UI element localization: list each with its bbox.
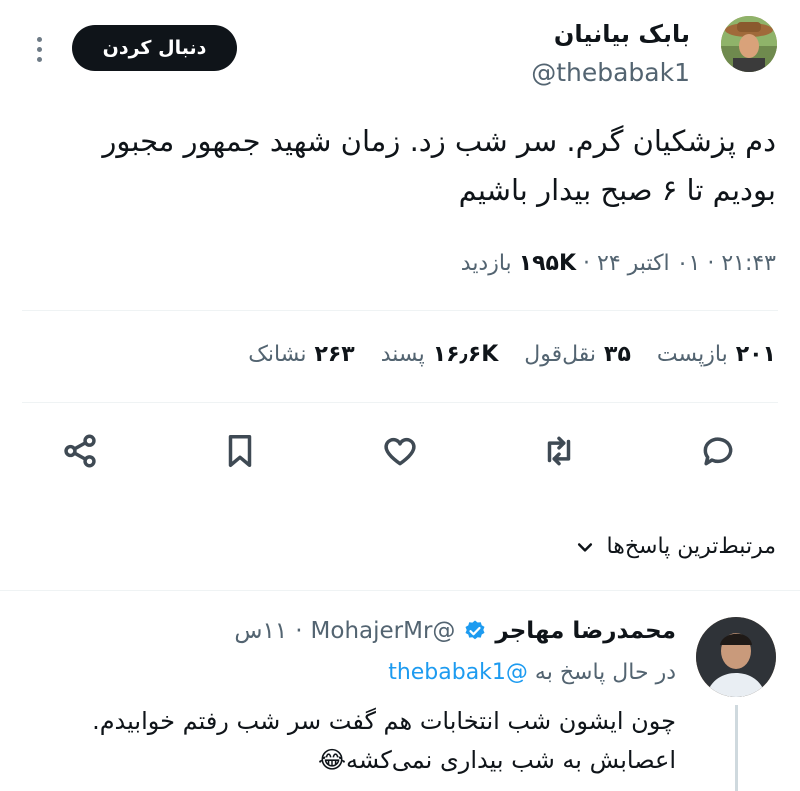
reply-text-line-1: چون ایشون شب انتخابات هم گفت سر شب رفتم … [92,707,676,735]
tweet-text-line-2: بودیم تا ۶ صبح بیدار باشیم [458,173,776,207]
tweet-time[interactable]: ۲۱:۴۳ [721,251,776,276]
follow-button[interactable]: دنبال کردن [72,25,237,71]
author-avatar[interactable] [721,16,777,72]
bookmarks-count: ۲۶۳ [314,342,355,367]
tweet-stats: ۲۰۱ بازپست ۳۵ نقل‌قول ۱۶٫۶K پسند ۲۶۳ نشانک [248,342,776,367]
avatar-photo [696,617,776,697]
tweet-meta: ۲۱:۴۳ · ۰۱ اکتبر ۲۴ · ۱۹۵K بازدید [16,251,776,276]
verified-badge-icon [465,620,485,640]
bookmarks-label: نشانک [248,342,307,367]
reply-text-line-2-wrap: اعصابش به شب بیداری نمی‌کشه😂 [16,741,676,779]
avatar-photo [721,16,777,72]
reply-author-handle[interactable]: @MohajerMr [311,618,456,644]
quotes-label: نقل‌قول [524,342,597,367]
likes-count: ۱۶٫۶K [432,342,499,367]
views-label: بازدید [460,251,512,276]
chevron-down-icon [577,542,592,552]
more-options-icon[interactable] [37,37,42,62]
reply-time[interactable]: ۱۱س [234,618,287,644]
reply-icon[interactable] [695,428,741,474]
reply-author-avatar[interactable] [696,617,776,697]
divider [0,590,800,591]
replying-to-prefix: در حال پاسخ به [534,660,676,685]
like-icon[interactable] [377,428,423,474]
meta-separator: · [583,251,591,276]
meta-separator: · [707,251,715,276]
meta-separator: · [295,618,303,644]
author-handle[interactable]: @thebabak1 [390,58,690,87]
reposts-label: بازپست [656,342,728,367]
divider [0,500,800,510]
likes-stat[interactable]: ۱۶٫۶K پسند [381,342,499,367]
author-name[interactable]: بابک بیانیان [390,20,690,48]
replies-sort-label: مرتبط‌ترین پاسخ‌ها [606,534,776,559]
reply-author-name[interactable]: محمدرضا مهاجر [495,618,676,644]
reposts-count: ۲۰۱ [735,342,776,367]
divider [22,310,778,311]
divider [22,402,778,403]
laughing-emoji-icon: 😂 [318,746,347,774]
replying-to: در حال پاسخ به @thebabak1 [388,660,676,685]
views-count: ۱۹۵K [518,251,577,276]
replies-sort-dropdown[interactable]: مرتبط‌ترین پاسخ‌ها [575,534,776,559]
reposts-stat[interactable]: ۲۰۱ بازپست [657,342,776,367]
retweet-icon[interactable] [536,428,582,474]
reply-header: محمدرضا مهاجر @MohajerMr · ۱۱س [234,618,676,644]
likes-label: پسند [380,342,425,367]
share-icon[interactable] [57,428,103,474]
tweet-text-line-1: دم پزشکیان گرم. سر شب زد. زمان شهید جمهو… [102,124,776,158]
tweet-date[interactable]: ۰۱ اکتبر ۲۴ [597,251,700,276]
quotes-stat[interactable]: ۳۵ نقل‌قول [524,342,631,367]
replying-to-link[interactable]: @thebabak1 [388,660,528,685]
thread-line [735,705,738,791]
reply-text-line-2: اعصابش به شب بیداری نمی‌کشه [346,746,676,774]
bookmark-icon[interactable] [217,428,263,474]
bookmarks-stat[interactable]: ۲۶۳ نشانک [248,342,355,367]
quotes-count: ۳۵ [604,342,631,367]
